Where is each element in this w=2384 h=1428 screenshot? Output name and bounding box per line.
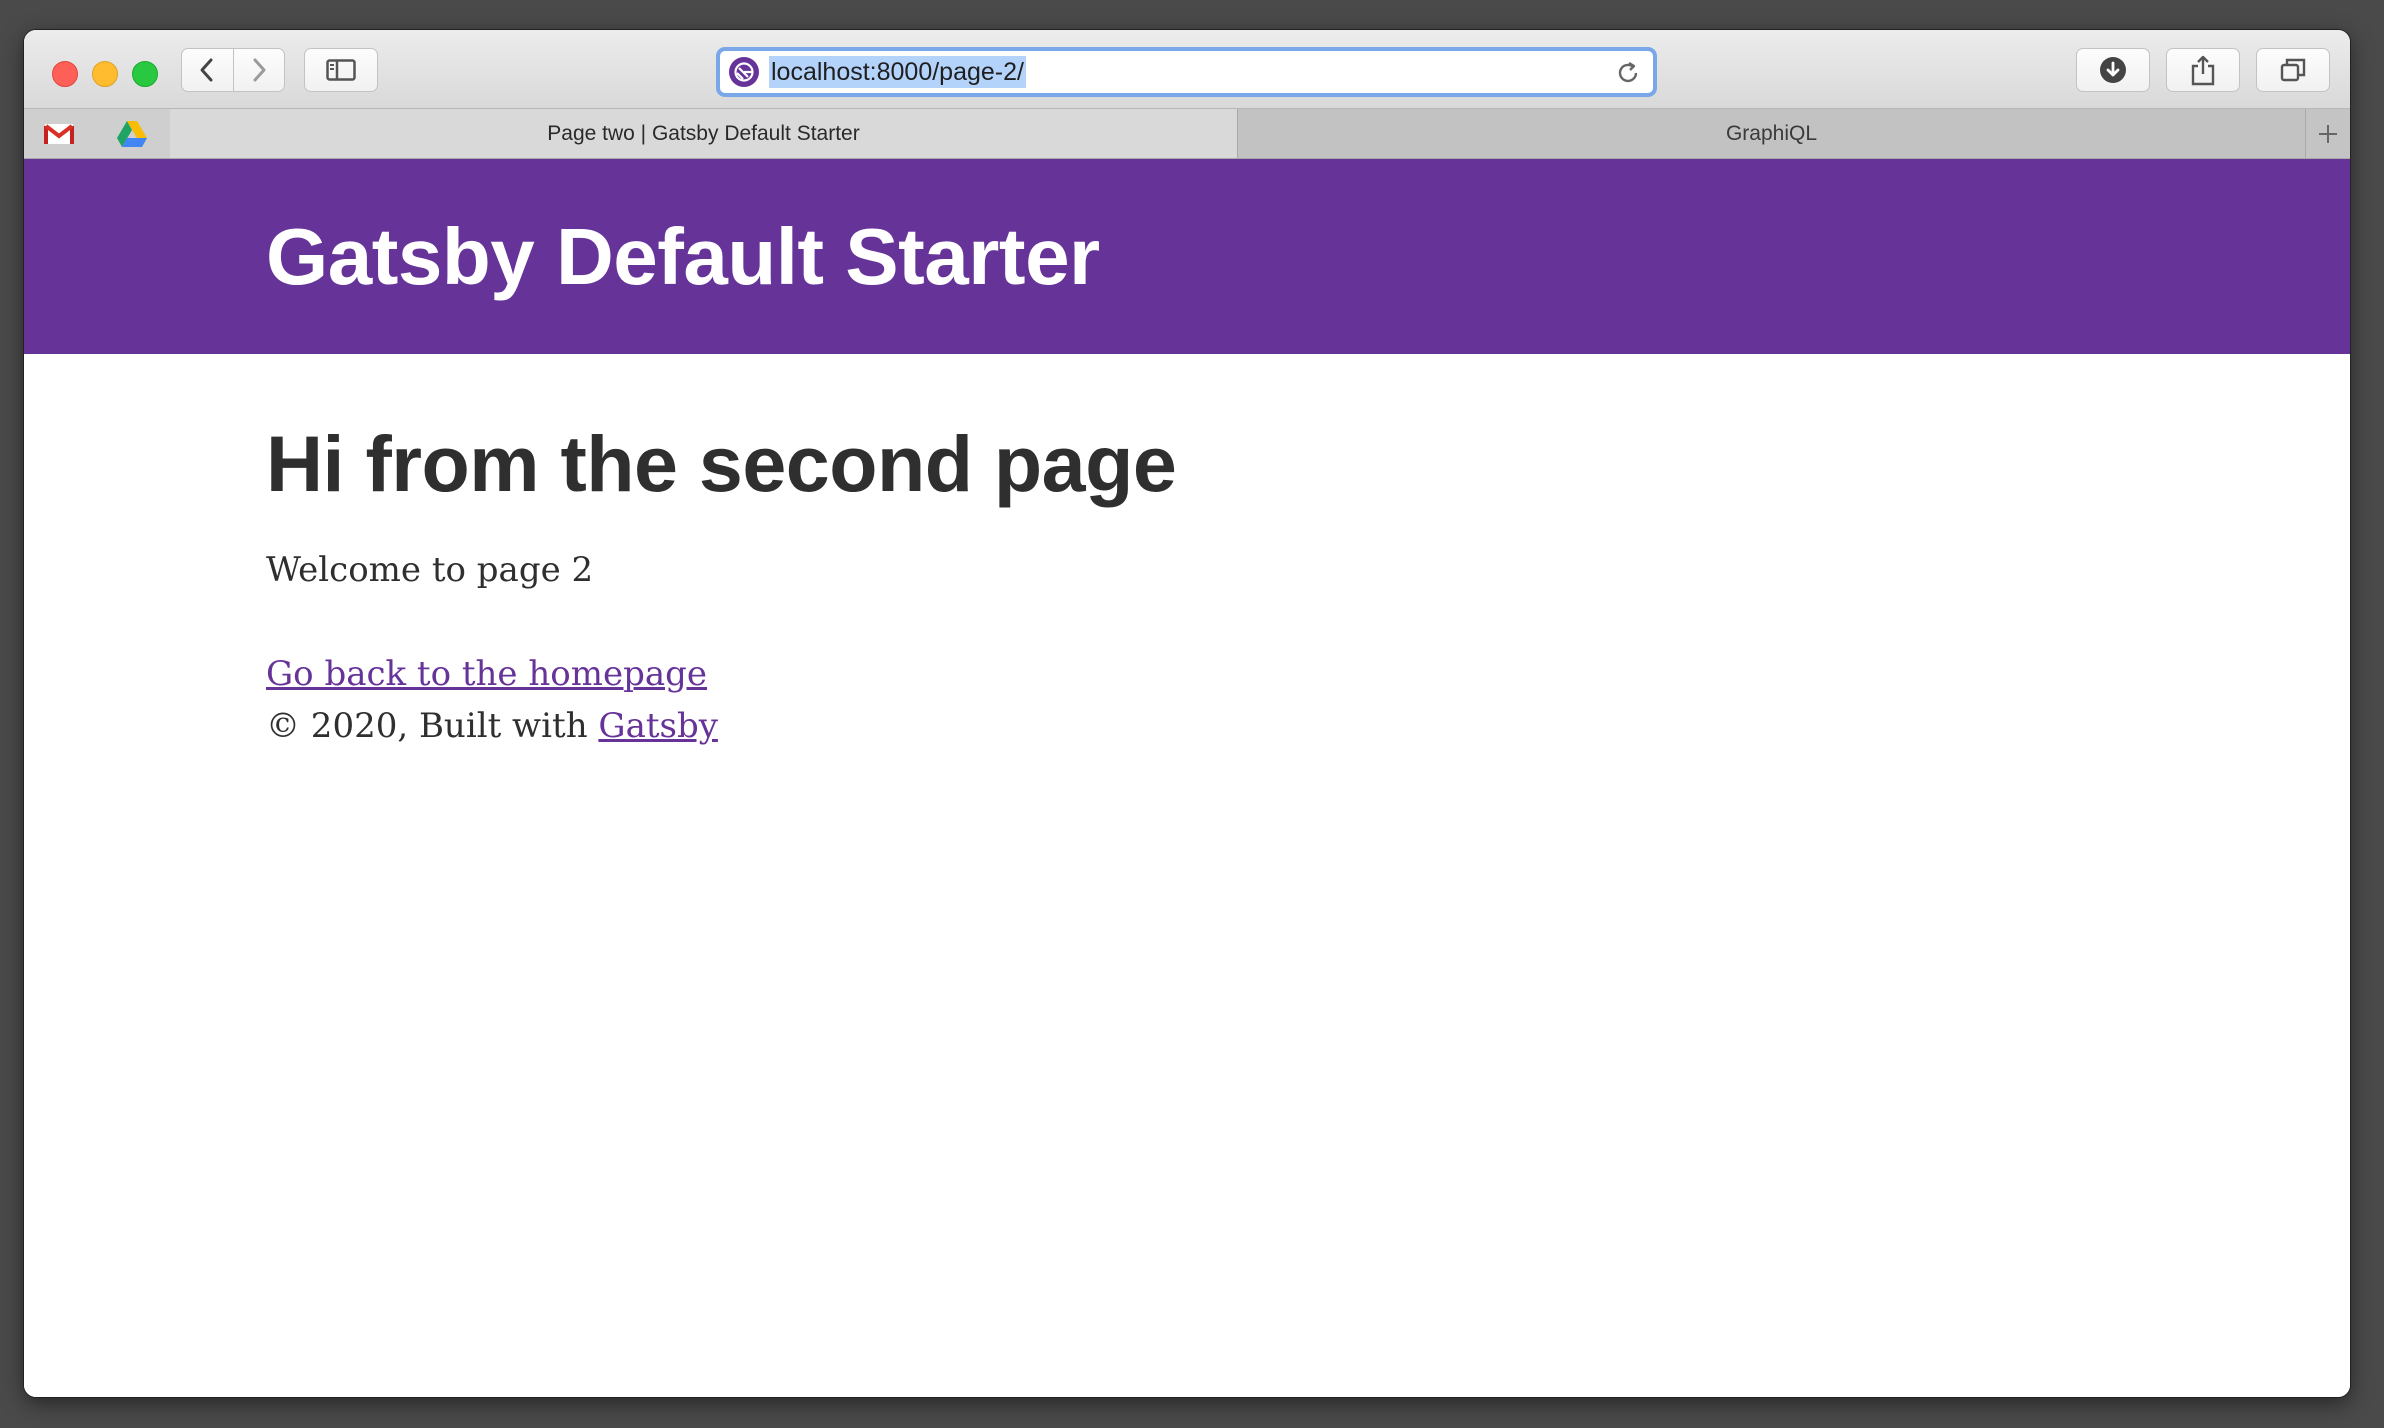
downloads-button[interactable] [2076, 48, 2150, 92]
tab-overview-button[interactable] [2256, 48, 2330, 92]
url-text[interactable]: localhost:8000/page-2/ [769, 56, 1026, 88]
new-tab-button[interactable] [2306, 109, 2350, 158]
chevron-right-icon [253, 58, 266, 82]
welcome-text: Welcome to page 2 [266, 550, 594, 590]
close-window-button[interactable] [52, 61, 78, 87]
main-content: Hi from the second page Welcome to page … [266, 414, 1666, 746]
tabs-overview-icon [2280, 58, 2306, 82]
pinned-tab-google-drive[interactable] [94, 109, 171, 158]
back-button[interactable] [182, 49, 233, 91]
browser-window: localhost:8000/page-2/ Page two | Gatsby… [24, 30, 2350, 1397]
reload-icon[interactable] [1615, 60, 1641, 86]
google-drive-icon [117, 120, 147, 147]
download-icon [2100, 57, 2126, 83]
gatsby-favicon-icon [729, 57, 759, 87]
tab-label: Page two | Gatsby Default Starter [547, 121, 860, 145]
footer-text: © 2020, Built with [266, 706, 588, 746]
site-title-link[interactable]: Gatsby Default Starter [266, 211, 1100, 303]
tab-bar: Page two | Gatsby Default Starter Graphi… [24, 109, 2350, 159]
pinned-tab-gmail[interactable] [24, 109, 95, 158]
share-button[interactable] [2166, 48, 2240, 92]
footer: © 2020, Built with Gatsby [266, 706, 718, 746]
chevron-left-icon [200, 58, 213, 82]
back-to-homepage-link[interactable]: Go back to the homepage [266, 654, 707, 694]
page-heading: Hi from the second page [266, 419, 1177, 508]
tab-label: GraphiQL [1725, 121, 1818, 145]
gatsby-link[interactable]: Gatsby [598, 706, 718, 746]
forward-button[interactable] [232, 49, 285, 91]
tab-page-two[interactable]: Page two | Gatsby Default Starter [170, 109, 1238, 158]
maximize-window-button[interactable] [132, 61, 158, 87]
navigation-buttons [181, 48, 285, 92]
plus-icon [2319, 124, 2337, 143]
gmail-icon [44, 123, 74, 144]
address-bar[interactable]: localhost:8000/page-2/ [716, 47, 1657, 97]
site-header: Gatsby Default Starter [24, 159, 2350, 354]
browser-toolbar: localhost:8000/page-2/ [24, 30, 2350, 109]
minimize-window-button[interactable] [92, 61, 118, 87]
sidebar-icon [326, 59, 356, 81]
share-icon [2191, 55, 2215, 86]
page-viewport: Gatsby Default Starter Hi from the secon… [24, 159, 2350, 1397]
tab-graphiql[interactable]: GraphiQL [1238, 109, 2306, 158]
sidebar-toggle-button[interactable] [304, 48, 378, 92]
